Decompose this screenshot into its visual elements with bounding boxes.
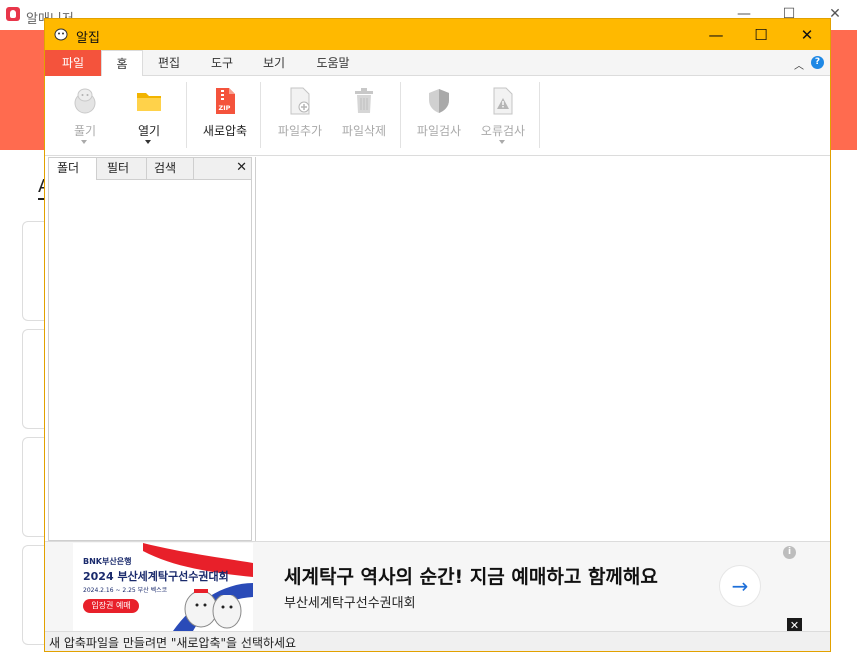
ad-headline[interactable]: 세계탁구 역사의 순간! 지금 예매하고 함께해요: [284, 562, 658, 589]
scan-file-button[interactable]: 파일검사: [408, 82, 470, 152]
tab-folder[interactable]: 폴더: [49, 158, 97, 181]
ribbon-separator: [186, 82, 187, 148]
open-button-label: 열기: [137, 124, 161, 138]
tab-help[interactable]: 도움말: [303, 50, 363, 76]
tab-file[interactable]: 파일: [45, 50, 101, 76]
zip-badge-text: ZIP: [219, 104, 231, 112]
window-title: 알집: [76, 31, 100, 46]
close-panel-icon[interactable]: ✕: [236, 160, 247, 175]
minimize-button[interactable]: —: [693, 19, 739, 50]
extract-dropdown-icon[interactable]: [81, 140, 87, 144]
alzip-logo-icon: [54, 28, 68, 41]
file-list-area[interactable]: [255, 157, 829, 541]
collapse-ribbon-icon[interactable]: ︿: [794, 57, 804, 72]
ribbon-separator: [260, 82, 261, 148]
ribbon-toolbar: 풀기 열기 ZIP 새로압축 파일추가 파일삭제 파일검사 오류검사: [45, 76, 830, 156]
folder-panel-tabs: 폴더 필터 검색 ✕: [49, 158, 251, 181]
tab-tools[interactable]: 도구: [197, 50, 247, 76]
scan-file-button-label: 파일검사: [416, 124, 462, 138]
folder-icon: [137, 93, 161, 111]
status-bar: 새 압축파일을 만들려면 "새로압축"을 선택하세요: [45, 631, 830, 651]
add-file-icon: [290, 87, 310, 115]
almanager-logo-icon: [6, 7, 20, 21]
zip-file-icon: ZIP: [216, 88, 235, 114]
new-archive-button-label: 새로압축: [202, 124, 248, 138]
tab-edit[interactable]: 편집: [145, 50, 193, 76]
folder-tree[interactable]: [49, 180, 251, 540]
ad-subtext[interactable]: 부산세계탁구선수권대회: [284, 592, 416, 611]
alzip-window: 알집 — ☐ ✕ 파일 홈 편집 도구 보기 도움말 ︿ ? 풀기 열기 ZIP…: [44, 18, 831, 652]
close-button[interactable]: ✕: [784, 19, 830, 50]
tab-filter[interactable]: 필터: [99, 158, 147, 180]
menu-tab-bar: 파일 홈 편집 도구 보기 도움말 ︿ ?: [45, 50, 830, 77]
ad-arrow-icon[interactable]: →: [719, 565, 761, 607]
delete-file-button[interactable]: 파일삭제: [333, 82, 395, 152]
ad-ticket-button[interactable]: 입장권 예매: [83, 599, 139, 613]
extract-icon: [74, 88, 96, 114]
tab-search[interactable]: 검색: [146, 158, 194, 180]
add-file-button[interactable]: 파일추가: [269, 82, 331, 152]
new-archive-button[interactable]: ZIP 새로압축: [194, 82, 256, 152]
delete-file-button-label: 파일삭제: [341, 124, 387, 138]
extract-button-label: 풀기: [73, 124, 97, 138]
ad-banner-image[interactable]: BNK부산은행 2024 부산세계탁구선수권대회 2024.2.16 ~ 2.2…: [73, 543, 253, 631]
warning-file-icon: [493, 87, 513, 115]
help-icon[interactable]: ?: [811, 56, 824, 69]
error-check-button[interactable]: 오류검사: [472, 82, 534, 152]
ad-sponsor: BNK부산은행: [83, 557, 132, 566]
title-bar[interactable]: 알집 — ☐ ✕: [45, 19, 830, 50]
error-check-button-label: 오류검사: [480, 124, 526, 138]
extract-button[interactable]: 풀기: [54, 82, 116, 152]
shield-icon: [429, 89, 449, 113]
open-dropdown-icon[interactable]: [145, 140, 151, 144]
ribbon-separator: [400, 82, 401, 148]
trash-icon: [355, 88, 373, 113]
add-file-button-label: 파일추가: [277, 124, 323, 138]
error-check-dropdown-icon[interactable]: [499, 140, 505, 144]
ad-info-icon[interactable]: i: [783, 546, 796, 559]
ad-banner-bar[interactable]: BNK부산은행 2024 부산세계탁구선수권대회 2024.2.16 ~ 2.2…: [45, 541, 830, 633]
ad-event-dates: 2024.2.16 ~ 2.25 부산 벡스코: [83, 587, 168, 594]
maximize-button[interactable]: ☐: [738, 19, 784, 50]
tab-view[interactable]: 보기: [249, 50, 299, 76]
ad-event-title: 2024 부산세계탁구선수권대회: [83, 570, 229, 583]
folder-panel: 폴더 필터 검색 ✕: [48, 157, 252, 541]
tab-home[interactable]: 홈: [101, 50, 143, 77]
status-text: 새 압축파일을 만들려면 "새로압축"을 선택하세요: [49, 636, 297, 650]
ribbon-separator: [539, 82, 540, 148]
open-button[interactable]: 열기: [118, 82, 180, 152]
